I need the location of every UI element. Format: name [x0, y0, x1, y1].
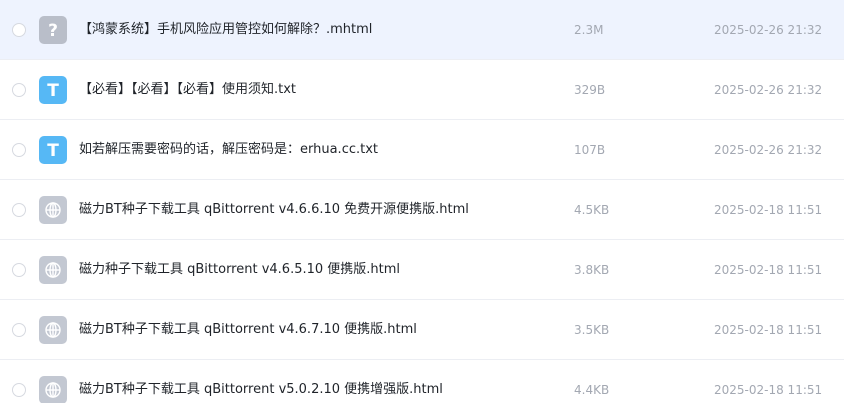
- file-name[interactable]: 磁力种子下载工具 qBittorrent v4.6.5.10 便携版.html: [79, 261, 400, 279]
- file-date: 2025-02-26 21:32: [714, 23, 823, 37]
- web-file-icon-graphic: [39, 196, 67, 224]
- web-file-icon: [39, 256, 67, 284]
- file-size: 4.4KB: [574, 383, 610, 397]
- file-name[interactable]: 【必看】【必看】【必看】使用须知.txt: [79, 81, 296, 99]
- unknown-file-icon: ?: [39, 16, 67, 44]
- web-file-icon: [39, 316, 67, 344]
- row-checkbox[interactable]: [12, 263, 26, 277]
- web-file-icon-graphic: [39, 256, 67, 284]
- file-date: 2025-02-18 11:51: [714, 203, 823, 217]
- file-name[interactable]: 磁力BT种子下载工具 qBittorrent v5.0.2.10 便携增强版.h…: [79, 381, 443, 399]
- web-file-icon-graphic: [39, 376, 67, 403]
- file-row[interactable]: 磁力BT种子下载工具 qBittorrent v4.6.6.10 免费开源便携版…: [0, 180, 844, 240]
- file-row[interactable]: 磁力BT种子下载工具 qBittorrent v5.0.2.10 便携增强版.h…: [0, 360, 844, 403]
- file-date: 2025-02-18 11:51: [714, 263, 823, 277]
- file-size: 4.5KB: [574, 203, 610, 217]
- file-name[interactable]: 如若解压需要密码的话，解压密码是：erhua.cc.txt: [79, 141, 378, 159]
- row-checkbox[interactable]: [12, 203, 26, 217]
- text-file-icon: T: [39, 76, 67, 104]
- row-checkbox[interactable]: [12, 323, 26, 337]
- web-file-icon-graphic: [39, 316, 67, 344]
- text-file-icon: T: [39, 136, 67, 164]
- file-size: 107B: [574, 143, 606, 157]
- web-file-icon: [39, 376, 67, 403]
- file-size: 3.5KB: [574, 323, 610, 337]
- file-date: 2025-02-26 21:32: [714, 83, 823, 97]
- row-checkbox[interactable]: [12, 23, 26, 37]
- file-row[interactable]: 磁力种子下载工具 qBittorrent v4.6.5.10 便携版.html …: [0, 240, 844, 300]
- file-date: 2025-02-18 11:51: [714, 323, 823, 337]
- file-date: 2025-02-26 21:32: [714, 143, 823, 157]
- file-size: 2.3M: [574, 23, 604, 37]
- file-name[interactable]: 磁力BT种子下载工具 qBittorrent v4.6.6.10 免费开源便携版…: [79, 201, 469, 219]
- text-file-icon-graphic: T: [39, 76, 67, 104]
- row-checkbox[interactable]: [12, 143, 26, 157]
- file-row[interactable]: ? 【鸿蒙系统】手机风险应用管控如何解除？.mhtml 2.3M 2025-02…: [0, 0, 844, 60]
- file-row[interactable]: T 如若解压需要密码的话，解压密码是：erhua.cc.txt 107B 202…: [0, 120, 844, 180]
- row-checkbox[interactable]: [12, 83, 26, 97]
- text-file-icon-graphic: T: [39, 136, 67, 164]
- file-name[interactable]: 【鸿蒙系统】手机风险应用管控如何解除？.mhtml: [79, 21, 372, 39]
- web-file-icon: [39, 196, 67, 224]
- svg-text:T: T: [47, 81, 59, 101]
- file-size: 3.8KB: [574, 263, 610, 277]
- unknown-file-icon-graphic: ?: [39, 16, 67, 44]
- row-checkbox[interactable]: [12, 383, 26, 397]
- file-row[interactable]: 磁力BT种子下载工具 qBittorrent v4.6.7.10 便携版.htm…: [0, 300, 844, 360]
- file-row[interactable]: T 【必看】【必看】【必看】使用须知.txt 329B 2025-02-26 2…: [0, 60, 844, 120]
- file-date: 2025-02-18 11:51: [714, 383, 823, 397]
- file-size: 329B: [574, 83, 606, 97]
- svg-text:?: ?: [48, 21, 58, 41]
- svg-text:T: T: [47, 141, 59, 161]
- file-list: ? 【鸿蒙系统】手机风险应用管控如何解除？.mhtml 2.3M 2025-02…: [0, 0, 844, 403]
- file-name[interactable]: 磁力BT种子下载工具 qBittorrent v4.6.7.10 便携版.htm…: [79, 321, 417, 339]
